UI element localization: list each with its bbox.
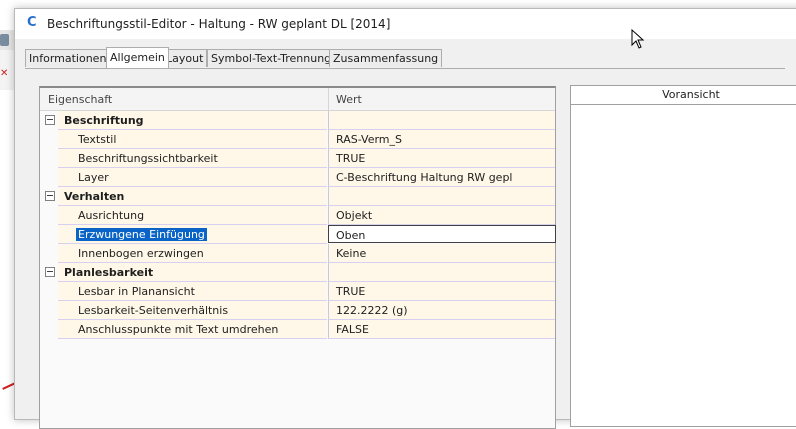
tab-zusammenfassung[interactable]: Zusammenfassung: [329, 49, 443, 67]
tab-symbol-text-trennung[interactable]: Symbol-Text-Trennung: [207, 49, 336, 67]
property-row[interactable]: Lesbarkeit-Seitenverhältnis 122.2222 (g): [40, 301, 555, 320]
property-name-cell[interactable]: Planlesbarkeit: [58, 263, 327, 282]
property-value-cell[interactable]: Oben: [328, 225, 556, 243]
category-row[interactable]: Beschriftung: [40, 111, 555, 130]
toolbar-icon[interactable]: [0, 34, 9, 46]
property-value: Keine: [336, 247, 367, 260]
property-row[interactable]: Beschriftungssichtbarkeit TRUE: [40, 149, 555, 168]
property-name-cell[interactable]: Lesbarkeit-Seitenverhältnis: [58, 301, 327, 320]
property-grid: Eigenschaft Wert Beschriftung Textstil RAS…: [39, 86, 556, 429]
property-value-cell[interactable]: [328, 111, 555, 130]
property-name-cell[interactable]: Beschriftung: [58, 111, 327, 130]
property-value: Oben: [336, 229, 366, 242]
property-name: Lesbarkeit-Seitenverhältnis: [78, 304, 229, 317]
property-value-cell[interactable]: C-Beschriftung Haltung RW gepl: [328, 168, 555, 187]
collapse-icon[interactable]: [45, 115, 55, 125]
property-value-cell[interactable]: FALSE: [328, 320, 555, 339]
category-row[interactable]: Verhalten: [40, 187, 555, 206]
property-name-cell[interactable]: Innenbogen erzwingen: [58, 244, 327, 263]
property-row[interactable]: Layer C-Beschriftung Haltung RW gepl: [40, 168, 555, 187]
category-label: Beschriftung: [64, 114, 144, 127]
property-name-cell[interactable]: Textstil: [58, 130, 327, 149]
property-name: Ausrichtung: [78, 209, 145, 222]
property-value-cell[interactable]: [328, 187, 555, 206]
tab-divider: [25, 68, 785, 69]
property-value: Objekt: [336, 209, 373, 222]
property-name: Layer: [78, 171, 109, 184]
property-value-cell[interactable]: RAS-Verm_S: [328, 130, 555, 149]
mouse-cursor-icon: [631, 29, 645, 49]
c3d-app-icon: C: [27, 15, 37, 30]
collapse-icon[interactable]: [45, 191, 55, 201]
property-value: RAS-Verm_S: [336, 133, 402, 146]
label-style-editor-dialog: C Beschriftungsstil-Editor - Haltung - R…: [14, 8, 796, 429]
tab-allgemein[interactable]: Allgemein: [106, 47, 169, 68]
property-value-cell[interactable]: Keine: [328, 244, 555, 263]
property-value: 122.2222 (g): [336, 304, 408, 317]
grid-header: Eigenschaft Wert: [40, 88, 555, 111]
property-row[interactable]: Anschlusspunkte mit Text umdrehen FALSE: [40, 320, 555, 339]
property-name: Textstil: [78, 133, 117, 146]
grid-body: Beschriftung Textstil RAS-Verm_S Beschriftu…: [40, 111, 556, 339]
property-name-cell[interactable]: Anschlusspunkte mit Text umdrehen: [58, 320, 327, 339]
property-value-cell[interactable]: [328, 263, 555, 282]
property-value-cell[interactable]: 122.2222 (g): [328, 301, 555, 320]
property-value: C-Beschriftung Haltung RW gepl: [336, 171, 513, 184]
property-name: Innenbogen erzwingen: [78, 247, 204, 260]
delete-icon[interactable]: ✕: [0, 68, 8, 79]
property-value-cell[interactable]: TRUE: [328, 282, 555, 301]
property-name-cell[interactable]: Beschriftungssichtbarkeit: [58, 149, 327, 168]
property-name-cell[interactable]: Lesbar in Planansicht: [58, 282, 327, 301]
column-header-value[interactable]: Wert: [336, 93, 362, 106]
preview-title: Voransicht: [571, 86, 796, 105]
property-value: TRUE: [336, 285, 366, 298]
title-bar[interactable]: C Beschriftungsstil-Editor - Haltung - R…: [15, 9, 796, 39]
property-name-cell[interactable]: Erzwungene Einfügung: [58, 225, 327, 244]
property-name-cell[interactable]: Verhalten: [58, 187, 327, 206]
property-row[interactable]: Lesbar in Planansicht TRUE: [40, 282, 555, 301]
window-title: Beschriftungsstil-Editor - Haltung - RW …: [47, 17, 391, 31]
category-label: Planlesbarkeit: [64, 266, 154, 279]
column-header-property[interactable]: Eigenschaft: [48, 93, 112, 106]
property-name: Anschlusspunkte mit Text umdrehen: [78, 323, 279, 336]
property-row[interactable]: Innenbogen erzwingen Keine: [40, 244, 555, 263]
property-row[interactable]: Ausrichtung Objekt: [40, 206, 555, 225]
property-row[interactable]: Textstil RAS-Verm_S: [40, 130, 555, 149]
property-name: Erzwungene Einfügung: [76, 228, 207, 241]
category-row[interactable]: Planlesbarkeit: [40, 263, 555, 282]
property-value-cell[interactable]: Objekt: [328, 206, 555, 225]
property-name: Lesbar in Planansicht: [78, 285, 195, 298]
property-name-cell[interactable]: Ausrichtung: [58, 206, 327, 225]
property-value-cell[interactable]: TRUE: [328, 149, 555, 168]
property-row[interactable]: Erzwungene Einfügung Oben: [40, 225, 556, 244]
category-label: Verhalten: [64, 190, 125, 203]
property-name: Beschriftungssichtbarkeit: [78, 152, 218, 165]
property-value: TRUE: [336, 152, 366, 165]
property-value: FALSE: [336, 323, 369, 336]
column-separator[interactable]: [328, 88, 329, 110]
tab-informationen[interactable]: Informationen: [25, 49, 111, 67]
property-name-cell[interactable]: Layer: [58, 168, 327, 187]
preview-panel: Voransicht: [570, 85, 796, 427]
collapse-icon[interactable]: [45, 267, 55, 277]
